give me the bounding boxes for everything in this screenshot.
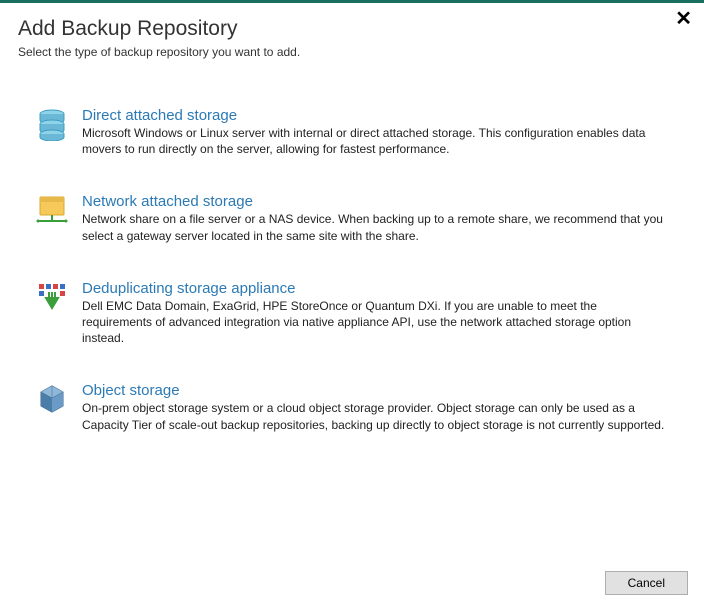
dedup-icon [34,280,70,312]
option-title: Direct attached storage [82,107,670,124]
option-title: Object storage [82,382,670,399]
option-network-attached[interactable]: Network attached storage Network share o… [34,193,670,243]
object-icon [34,382,70,414]
nas-icon [34,193,70,225]
option-desc: Dell EMC Data Domain, ExaGrid, HPE Store… [82,298,670,347]
dialog-footer: Cancel [605,571,688,595]
option-desc: Microsoft Windows or Linux server with i… [82,125,670,157]
page-title: Add Backup Repository [18,17,686,41]
option-object-storage[interactable]: Object storage On-prem object storage sy… [34,382,670,432]
dialog-header: Add Backup Repository Select the type of… [0,3,704,67]
option-direct-attached[interactable]: Direct attached storage Microsoft Window… [34,107,670,157]
option-desc: Network share on a file server or a NAS … [82,211,670,243]
option-title: Network attached storage [82,193,670,210]
disks-icon [34,107,70,141]
page-subtitle: Select the type of backup repository you… [18,45,686,59]
option-title: Deduplicating storage appliance [82,280,670,297]
option-deduplicating[interactable]: Deduplicating storage appliance Dell EMC… [34,280,670,347]
option-desc: On-prem object storage system or a cloud… [82,400,670,432]
cancel-button[interactable]: Cancel [605,571,688,595]
close-icon[interactable]: ✕ [675,9,692,29]
options-list: Direct attached storage Microsoft Window… [0,67,704,433]
